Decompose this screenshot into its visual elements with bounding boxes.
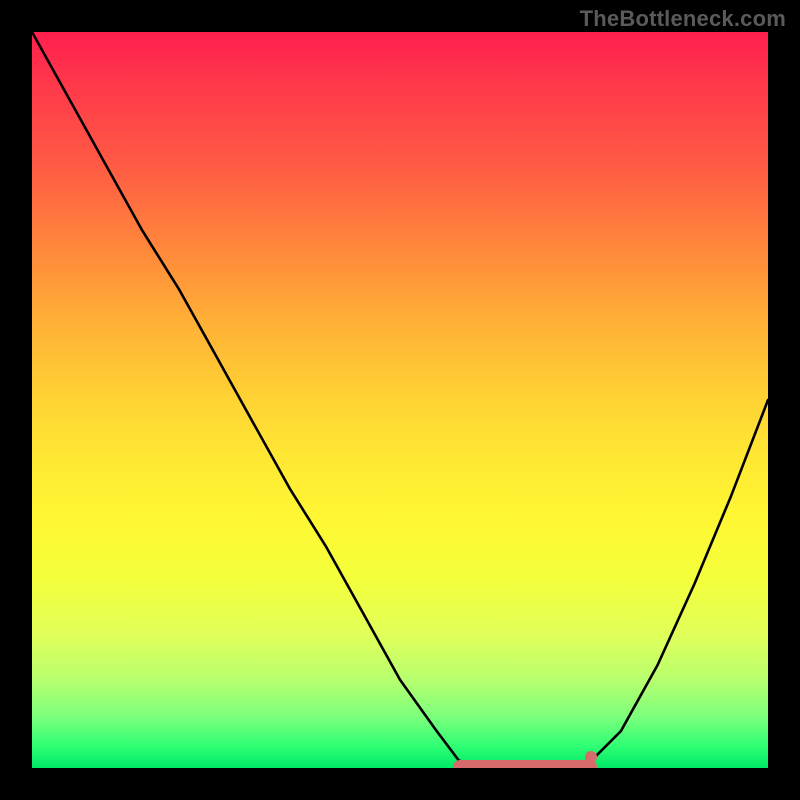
bottleneck-curve — [32, 32, 768, 768]
watermark-text: TheBottleneck.com — [580, 6, 786, 32]
plot-area — [32, 32, 768, 768]
optimal-point-marker — [585, 751, 597, 763]
chart-frame: TheBottleneck.com — [0, 0, 800, 800]
optimal-region-marker — [453, 760, 597, 768]
